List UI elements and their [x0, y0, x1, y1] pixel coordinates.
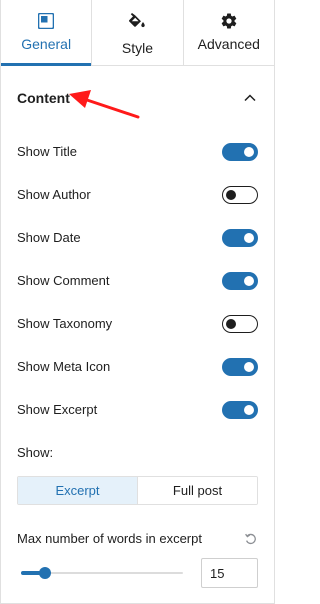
toggle-label: Show Author [17, 187, 91, 202]
block-settings-panel: General Style Advanced Content Show Titl… [0, 0, 275, 604]
toggle-knob [226, 189, 236, 200]
show-comment-toggle[interactable] [222, 271, 258, 290]
toggle-label: Show Excerpt [17, 402, 98, 417]
content-settings: Show Title Show Author Show Date Show Co… [1, 130, 274, 588]
reset-icon[interactable] [244, 532, 258, 546]
tab-general[interactable]: General [1, 0, 92, 66]
show-mode-label: Show: [17, 445, 54, 460]
toggle-row-show-date: Show Date [17, 216, 258, 259]
toggle-row-show-excerpt: Show Excerpt [17, 388, 258, 431]
toggle-knob [244, 404, 254, 415]
annotation-arrow-icon [69, 90, 140, 119]
tab-style[interactable]: Style [91, 0, 182, 65]
full-post-option-button[interactable]: Full post [137, 477, 257, 504]
slider-thumb[interactable] [39, 567, 52, 579]
show-title-toggle[interactable] [222, 142, 258, 161]
excerpt-words-label: Max number of words in excerpt [17, 531, 202, 546]
toggle-label: Show Comment [17, 273, 110, 288]
toggle-knob [244, 361, 254, 372]
toggle-row-show-author: Show Author [17, 173, 258, 216]
toggle-knob [244, 275, 254, 286]
chevron-up-icon[interactable] [242, 90, 258, 106]
show-meta-icon-toggle[interactable] [222, 357, 258, 376]
show-mode-segmented-control: Excerpt Full post [17, 476, 258, 505]
excerpt-option-button[interactable]: Excerpt [18, 477, 137, 504]
show-author-toggle[interactable] [222, 185, 258, 204]
paint-bucket-icon [127, 11, 147, 31]
toggle-knob [244, 146, 254, 157]
show-date-toggle[interactable] [222, 228, 258, 247]
tab-label: General [21, 36, 72, 52]
toggle-label: Show Title [17, 144, 77, 159]
show-taxonomy-toggle[interactable] [222, 314, 258, 333]
excerpt-words-slider[interactable] [21, 565, 183, 581]
gear-icon [219, 11, 239, 31]
show-excerpt-toggle[interactable] [222, 400, 258, 419]
tab-advanced[interactable]: Advanced [182, 0, 274, 65]
toggle-knob [244, 232, 254, 243]
tab-label: Style [121, 40, 154, 56]
excerpt-words-input[interactable] [201, 558, 258, 588]
section-title: Content [17, 90, 70, 106]
excerpt-words-control [17, 558, 258, 588]
toggle-row-show-meta-icon: Show Meta Icon [17, 345, 258, 388]
toggle-label: Show Date [17, 230, 81, 245]
layout-icon [36, 11, 56, 31]
tab-label: Advanced [197, 36, 260, 52]
toggle-row-show-comment: Show Comment [17, 259, 258, 302]
toggle-row-show-title: Show Title [17, 130, 258, 173]
toggle-knob [226, 318, 236, 329]
excerpt-words-header: Max number of words in excerpt [17, 531, 258, 546]
toggle-row-show-taxonomy: Show Taxonomy [17, 302, 258, 345]
toggle-label: Show Taxonomy [17, 316, 113, 331]
toggle-label: Show Meta Icon [17, 359, 111, 374]
settings-tabs: General Style Advanced [1, 0, 274, 66]
